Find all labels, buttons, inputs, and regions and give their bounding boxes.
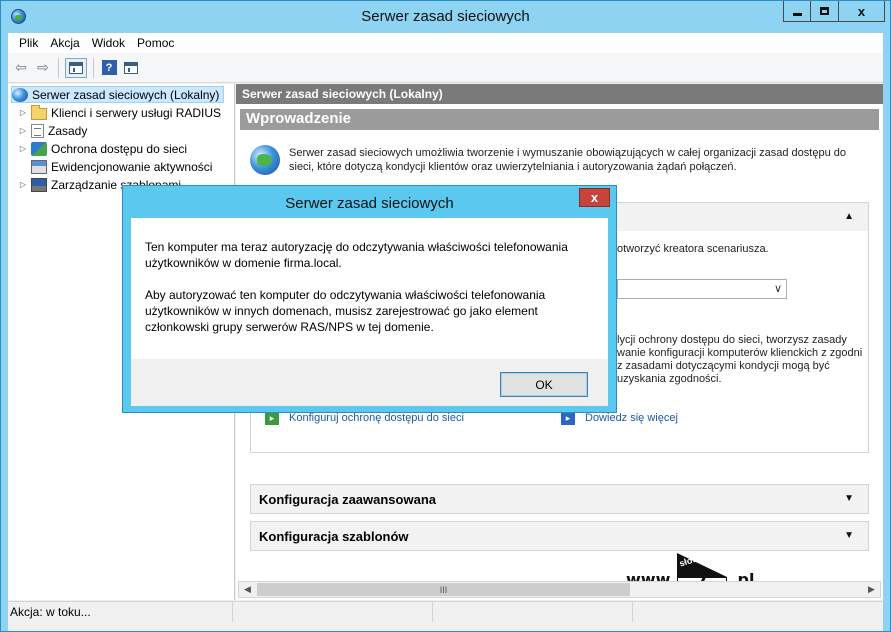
menu-pomoc[interactable]: Pomoc [131, 36, 180, 50]
policy-document-icon [31, 123, 44, 138]
tree-item-policies[interactable]: ▷ Zasady [18, 122, 87, 139]
help-icon: ? [101, 60, 117, 75]
panel-title: Konfiguracja zaawansowana [259, 491, 436, 507]
scroll-left-icon[interactable]: ◀ [239, 582, 256, 597]
toolbar: ⇦ ⇨ ? [8, 53, 883, 83]
back-button[interactable]: ⇦ [12, 58, 30, 78]
console-tree-icon [69, 61, 83, 74]
dialog-footer: OK [131, 359, 608, 406]
status-cell [233, 602, 433, 622]
learn-more-link[interactable]: ▸ Dowiedz się więcej [561, 411, 678, 425]
toolbar-separator [58, 57, 59, 78]
chevron-down-icon: ∨ [773, 283, 782, 295]
dialog-title: Serwer zasad sieciowych [285, 195, 454, 212]
accounting-icon [31, 159, 47, 174]
status-cell [633, 602, 883, 622]
details-header: Serwer zasad sieciowych (Lokalny) [236, 84, 883, 104]
ok-button[interactable]: OK [500, 372, 588, 397]
window-title: Serwer zasad sieciowych [361, 8, 530, 25]
templates-configuration-panel: Konfiguracja szablonów ▼ [250, 521, 869, 551]
globe-icon [250, 145, 280, 175]
tree-item-label: Serwer zasad sieciowych (Lokalny) [32, 87, 220, 102]
link-label: Konfiguruj ochronę dostępu do sieci [289, 412, 464, 424]
dialog-paragraph-2: Aby autoryzować ten komputer do odczytyw… [145, 288, 546, 334]
tree-item-label: Zasady [48, 123, 88, 138]
scenario-hint-text: otworzyć kreatora scenariusza. [617, 243, 769, 255]
folder-icon [31, 104, 47, 120]
tree-item-accounting[interactable]: Ewidencjonowanie aktywności [18, 158, 212, 175]
window-controls: x [783, 1, 885, 22]
back-arrow-icon: ⇦ [15, 59, 27, 75]
tree-item-label: Klienci i serwery usługi RADIUS [51, 105, 222, 120]
expand-arrow-icon[interactable]: ▼ [844, 493, 854, 504]
panel-header[interactable]: Konfiguracja szablonów ▼ [251, 522, 868, 550]
title-bar[interactable]: Serwer zasad sieciowych x [1, 1, 890, 33]
action-pane-icon [124, 61, 138, 74]
scrollbar-thumb[interactable]: III [257, 583, 630, 596]
maximize-icon [820, 7, 829, 15]
minimize-icon [792, 12, 802, 16]
dialog-body: Ten komputer ma teraz autoryzację do odc… [131, 218, 608, 359]
globe-icon [12, 87, 28, 102]
dialog-close-button[interactable]: x [579, 188, 610, 207]
link-label: Dowiedz się więcej [585, 412, 678, 424]
expand-arrow-icon[interactable]: ▷ [18, 180, 28, 189]
collapse-arrow-icon[interactable]: ▲ [844, 211, 854, 222]
panel-title: Konfiguracja szablonów [259, 528, 409, 544]
close-button[interactable]: x [839, 1, 885, 22]
action-pane-button[interactable] [122, 58, 140, 78]
status-cell [433, 602, 633, 622]
tree-item-nap[interactable]: ▷ Ochrona dostępu do sieci [18, 140, 187, 157]
message-dialog: Serwer zasad sieciowych x Ten komputer m… [122, 185, 617, 413]
scroll-right-icon[interactable]: ▶ [863, 582, 880, 597]
nap-description-text: lycji ochrony dostępu do sieci, tworzysz… [617, 334, 863, 385]
green-arrow-icon: ▸ [265, 411, 279, 425]
menu-plik[interactable]: Plik [13, 36, 44, 50]
dialog-paragraph-1: Ten komputer ma teraz autoryzację do odc… [145, 240, 568, 270]
forward-button[interactable]: ⇨ [34, 58, 52, 78]
advanced-configuration-panel: Konfiguracja zaawansowana ▼ [250, 484, 869, 514]
help-button[interactable]: ? [100, 58, 118, 78]
configure-nap-link[interactable]: ▸ Konfiguruj ochronę dostępu do sieci [265, 411, 464, 425]
maximize-button[interactable] [811, 1, 839, 22]
toolbar-separator [93, 57, 94, 78]
dialog-message: Ten komputer ma teraz autoryzację do odc… [145, 239, 588, 351]
expand-arrow-icon[interactable]: ▷ [18, 144, 28, 153]
expand-arrow-icon[interactable]: ▼ [844, 530, 854, 541]
forward-arrow-icon: ⇨ [37, 59, 49, 75]
network-protection-icon [31, 141, 47, 156]
menu-widok[interactable]: Widok [86, 36, 131, 50]
blue-arrow-icon: ▸ [561, 411, 575, 425]
expand-arrow-icon[interactable]: ▷ [18, 108, 28, 117]
minimize-button[interactable] [783, 1, 811, 22]
intro-text: Serwer zasad sieciowych umożliwia tworze… [289, 147, 846, 173]
tree-item-label: Ochrona dostępu do sieci [51, 141, 188, 156]
scenario-dropdown[interactable]: ∨ [617, 279, 787, 299]
menu-bar: Plik Akcja Widok Pomoc [8, 33, 883, 53]
horizontal-scrollbar[interactable]: ◀ III ▶ [238, 581, 881, 598]
tree-item-root[interactable]: Serwer zasad sieciowych (Lokalny) [11, 86, 225, 103]
menu-akcja[interactable]: Akcja [44, 36, 85, 50]
intro-title: Wprowadzenie [240, 109, 879, 130]
tree-item-radius[interactable]: ▷ Klienci i serwery usługi RADIUS [18, 104, 221, 121]
panel-header[interactable]: Konfiguracja zaawansowana ▼ [251, 485, 868, 513]
templates-icon [31, 177, 47, 192]
tree-item-label: Ewidencjonowanie aktywności [51, 159, 213, 174]
show-hide-console-tree-button[interactable] [65, 57, 87, 78]
status-bar: Akcja: w toku... [8, 601, 883, 622]
status-text: Akcja: w toku... [8, 602, 233, 622]
expand-arrow-icon[interactable]: ▷ [18, 126, 28, 135]
